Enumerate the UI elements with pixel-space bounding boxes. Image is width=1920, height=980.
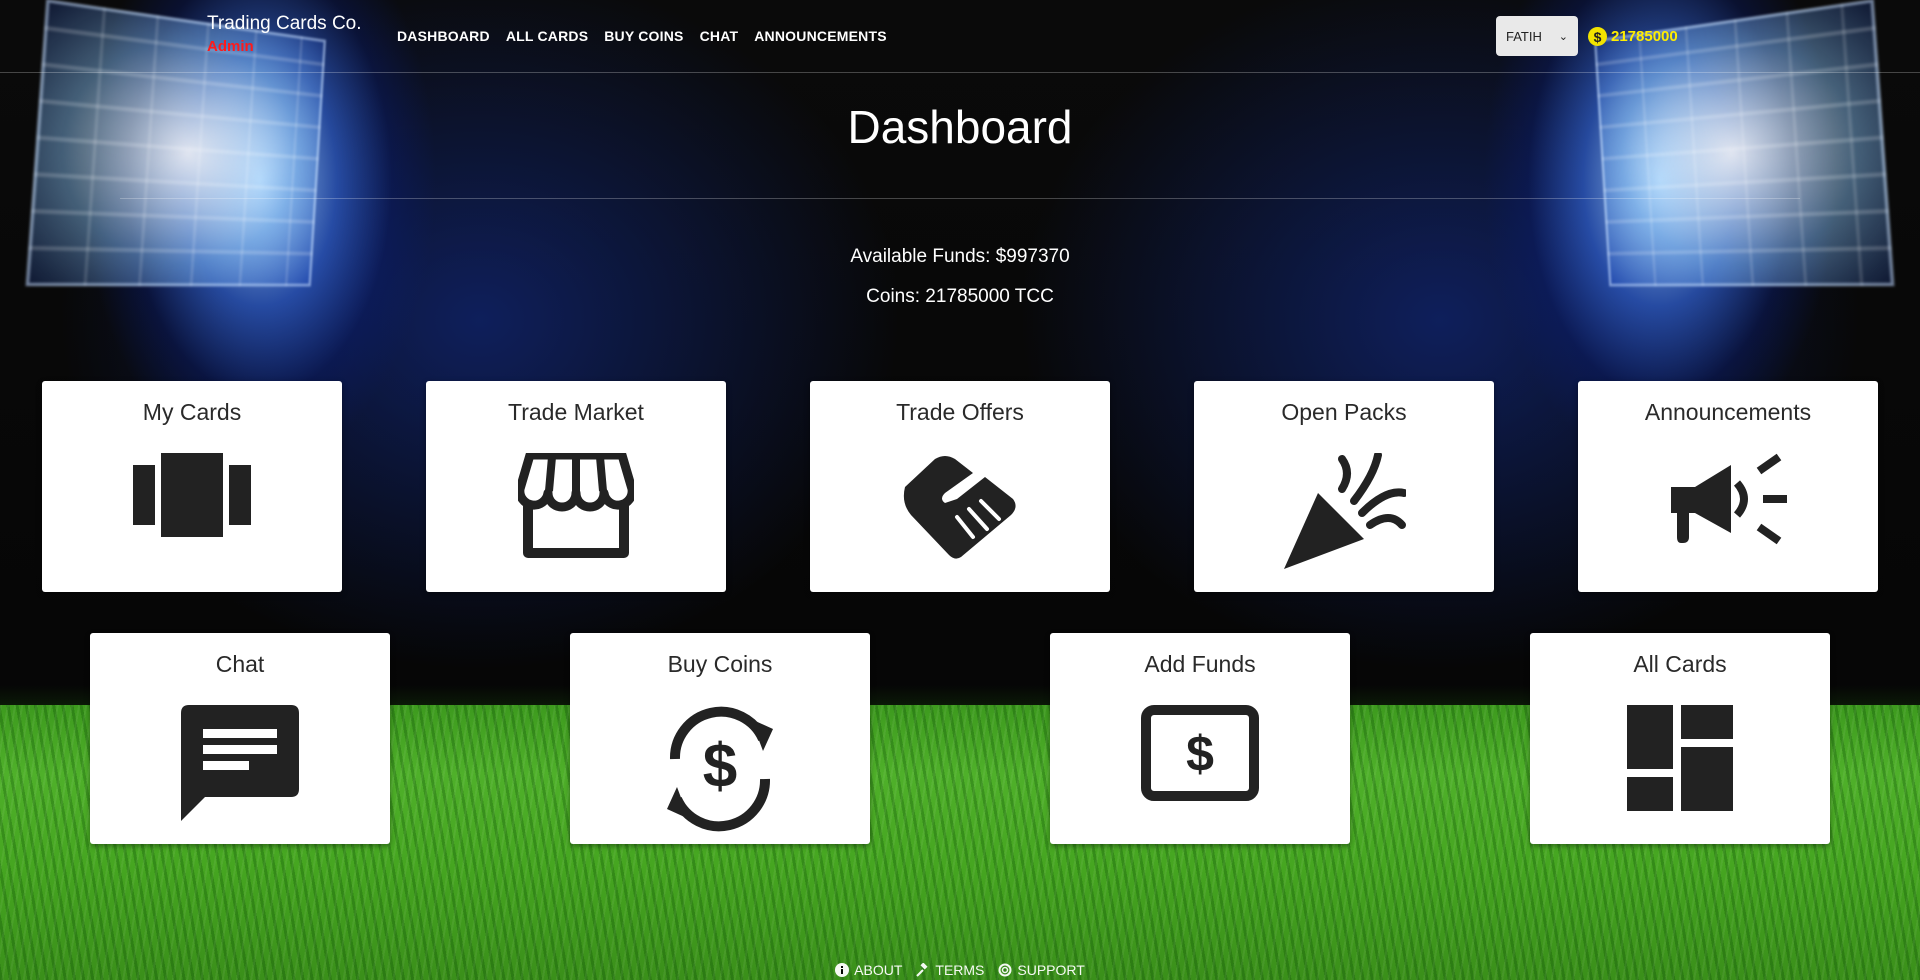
footer-terms-label: TERMS [935,962,985,978]
svg-text:$: $ [1186,726,1214,782]
coin-balance-value: 21785000 [1611,28,1678,45]
card-label: My Cards [142,399,242,425]
footer-support-label: SUPPORT [1017,962,1085,978]
brand-title: Trading Cards Co. [207,13,362,34]
nav-announcements[interactable]: ANNOUNCEMENTS [754,28,887,44]
card-label: Add Funds [1144,651,1256,677]
card-label: Announcements [1644,399,1812,425]
card-label: Chat [215,651,265,677]
top-navbar: Trading Cards Co. Admin DASHBOARD ALL CA… [0,0,1920,73]
available-funds: Available Funds: $997370 [850,246,1070,267]
main-nav: DASHBOARD ALL CARDS BUY COINS CHAT ANNOU… [397,28,887,44]
card-label: Trade Market [508,399,644,425]
nav-buy-coins[interactable]: BUY COINS [604,28,683,44]
user-role-badge: Admin [207,38,254,55]
page-title: Dashboard [847,101,1073,153]
card-trade-market[interactable]: Trade Market [426,381,726,592]
card-add-funds[interactable]: Add Funds $ [1050,633,1350,844]
dashboard-grid-icon [1627,705,1733,811]
nav-chat[interactable]: CHAT [700,28,739,44]
card-trade-offers[interactable]: Trade Offers [810,381,1110,592]
card-buy-coins[interactable]: Buy Coins $ [570,633,870,844]
card-my-cards[interactable]: My Cards [42,381,342,592]
footer-support[interactable]: SUPPORT [998,962,1085,978]
gavel-icon [916,963,928,977]
footer-terms[interactable]: TERMS [916,962,984,978]
footer-about[interactable]: ABOUT [835,962,902,978]
coin-icon: $ [1588,27,1607,46]
card-chat[interactable]: Chat [90,633,390,844]
user-menu-dropdown[interactable]: FATIH ⌄ [1496,16,1578,56]
user-name: FATIH [1506,28,1542,44]
card-label: All Cards [1633,651,1727,677]
svg-text:$: $ [703,732,737,801]
footer-links: ABOUT TERMS SUPPORT [0,962,1920,978]
chevron-down-icon: ⌄ [1558,30,1568,43]
info-icon [835,963,850,977]
coin-balance: $ 21785000 [1588,27,1678,46]
currency-exchange-icon: $ [667,706,773,832]
card-announcements[interactable]: Announcements [1578,381,1878,592]
nav-dashboard[interactable]: DASHBOARD [397,28,490,44]
party-popper-icon [1284,453,1406,569]
money-bill-icon: $ [1141,705,1259,801]
card-label: Buy Coins [667,651,773,677]
megaphone-icon [1671,453,1787,545]
card-open-packs[interactable]: Open Packs [1194,381,1494,592]
storefront-icon [518,453,634,558]
card-all-cards[interactable]: All Cards [1530,633,1830,844]
card-label: Trade Offers [896,399,1024,425]
coins-total: Coins: 21785000 TCC [866,286,1054,307]
divider [120,198,1800,199]
card-label: Open Packs [1281,399,1407,425]
cards-carousel-icon [133,453,251,537]
chat-bubble-icon [181,705,299,821]
footer-about-label: ABOUT [854,962,903,978]
handshake-icon [903,456,1016,559]
brand[interactable]: Trading Cards Co. Admin [207,13,362,55]
lifebuoy-icon [998,963,1012,977]
nav-all-cards[interactable]: ALL CARDS [506,28,588,44]
